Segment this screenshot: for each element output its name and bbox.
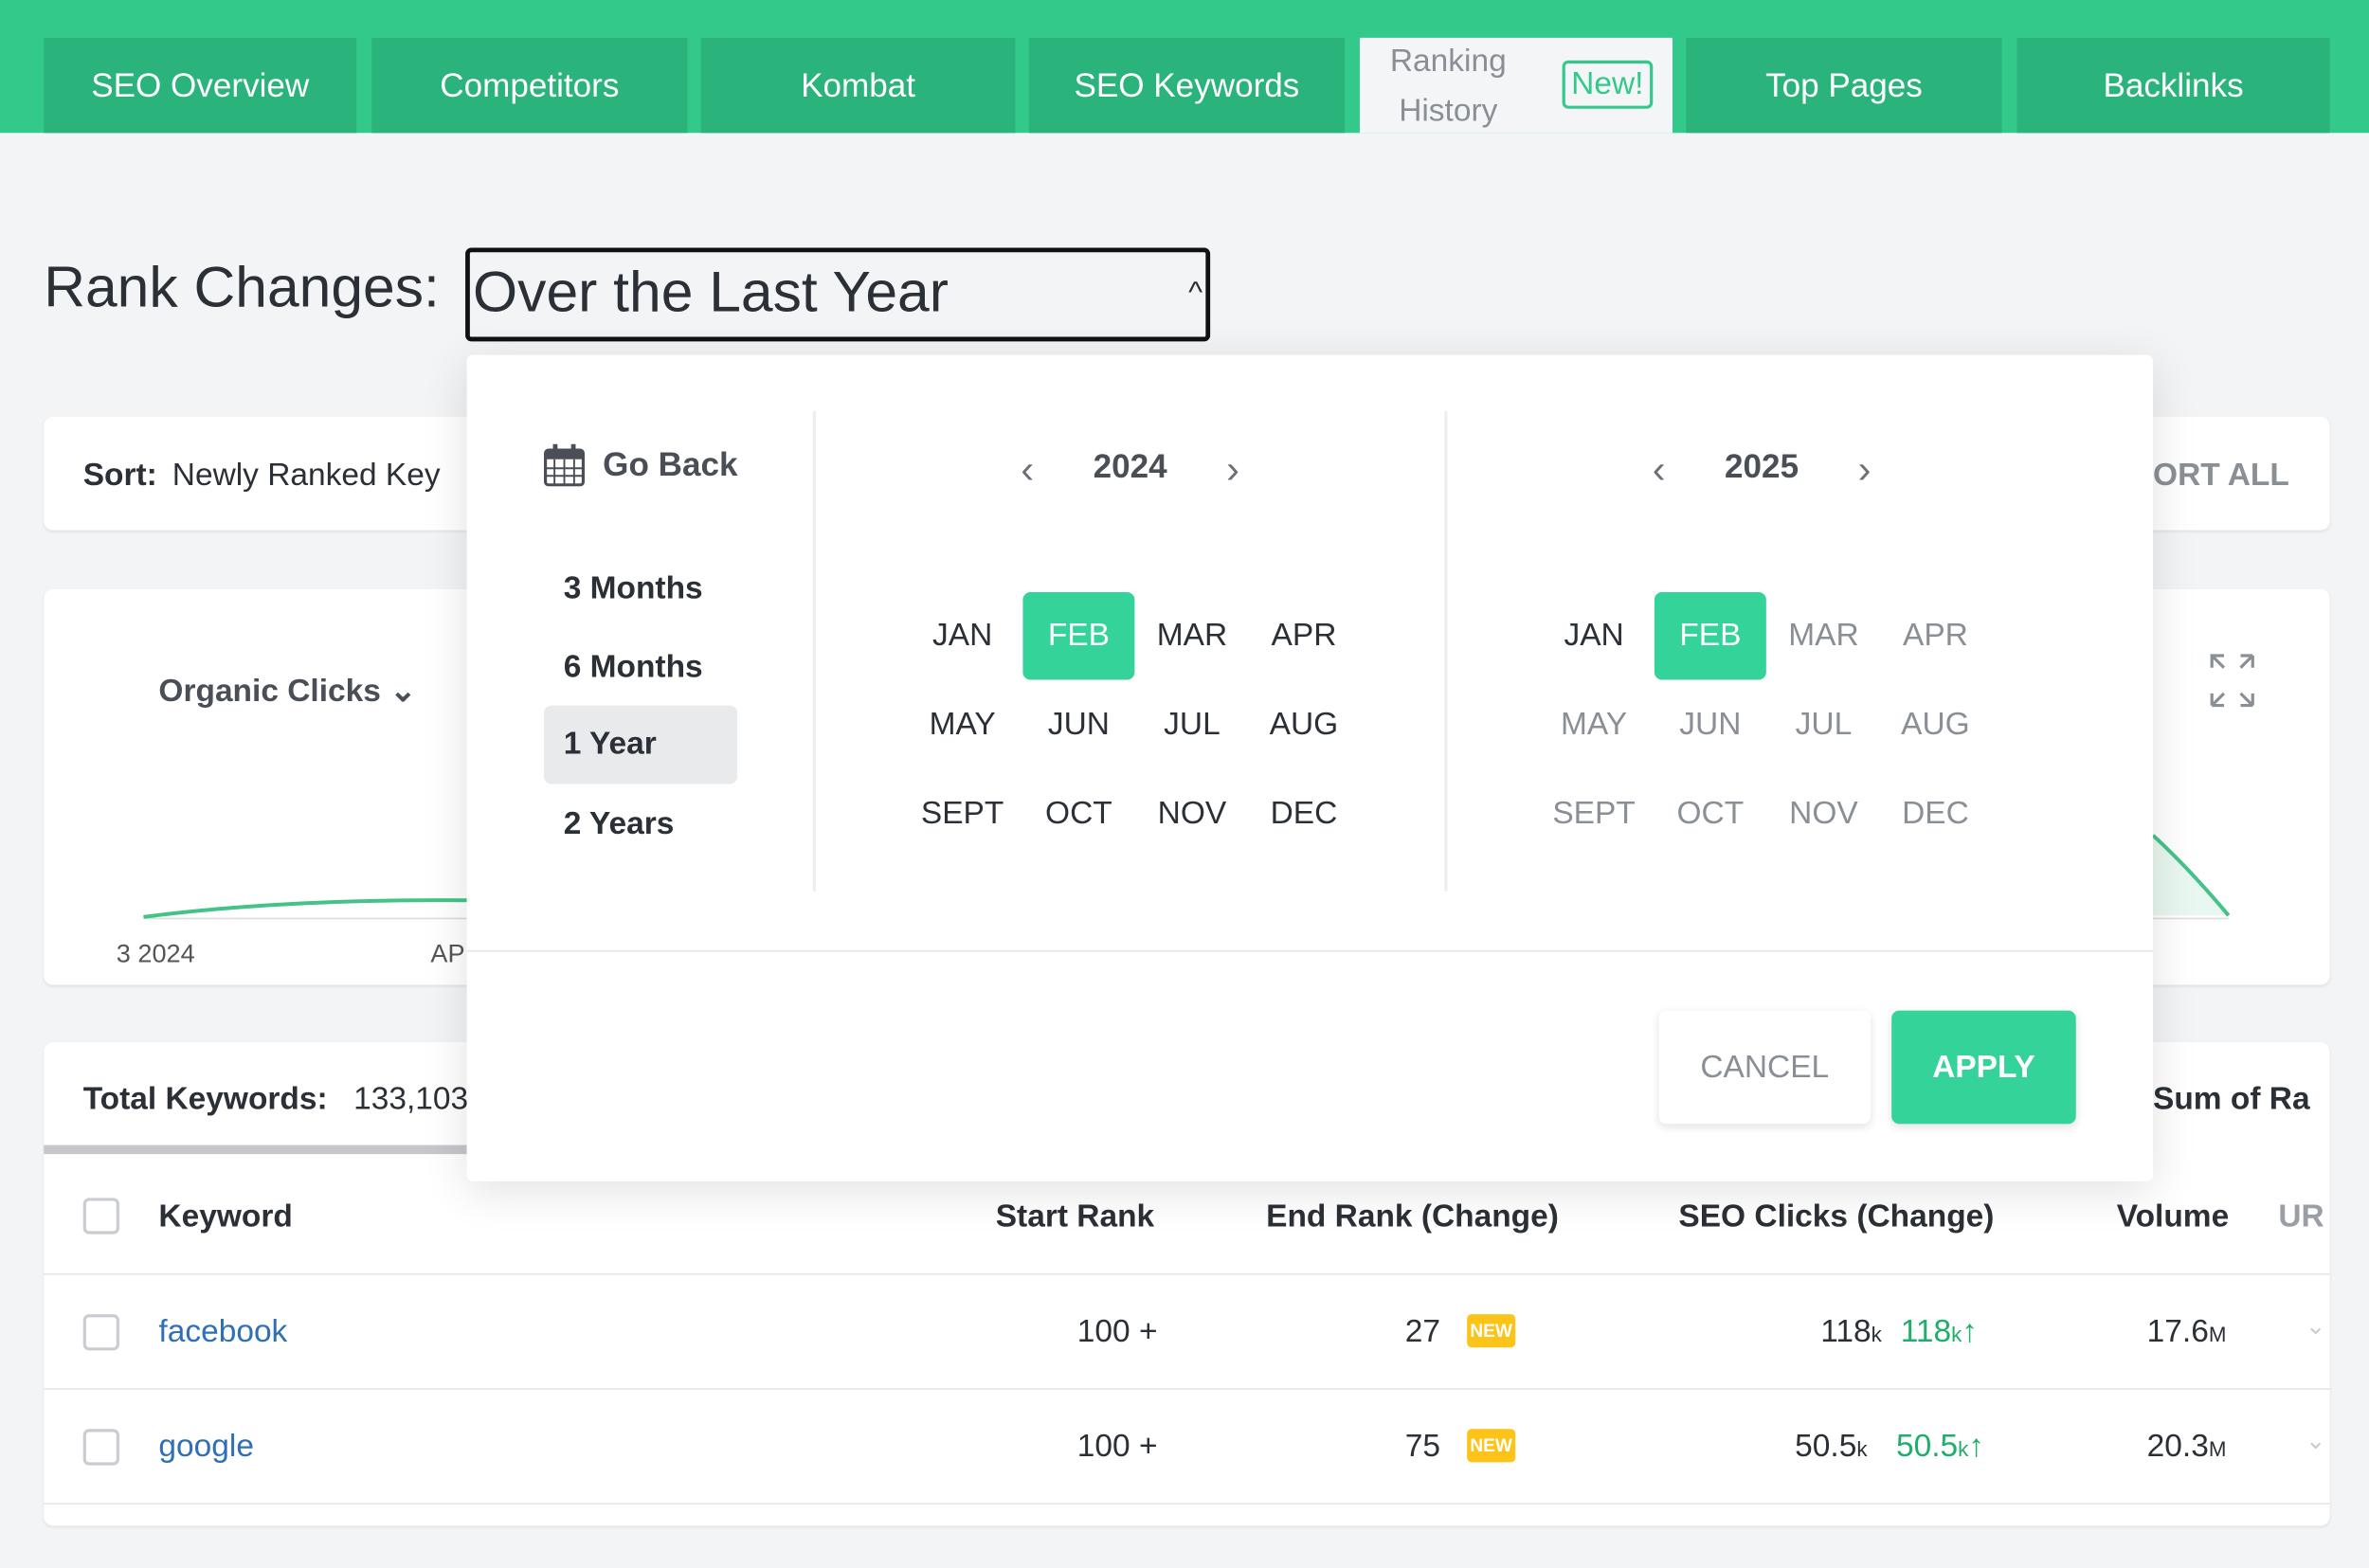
tab-indicator [44, 1144, 467, 1155]
tab-label: History [1399, 93, 1498, 128]
sort-label: Sort: [82, 458, 157, 493]
month-oct[interactable]: OCT [1655, 770, 1766, 857]
range-select-value: Over the Last Year [473, 261, 949, 325]
new-badge: NEW [1467, 1314, 1516, 1348]
go-back-button[interactable]: Go Back [543, 442, 738, 487]
month-sept[interactable]: SEPT [1538, 770, 1650, 857]
year-label: 2024 [1093, 446, 1167, 485]
sort-value[interactable]: Newly Ranked Key [172, 458, 441, 494]
next-year-icon[interactable]: › [1858, 446, 1872, 493]
seo-clicks: 50.5k [1795, 1429, 1868, 1464]
tab-competitors[interactable]: Competitors [371, 37, 688, 134]
month-jun[interactable]: JUN [1022, 681, 1134, 768]
total-keywords-value: 133,103 [353, 1081, 469, 1117]
month-may[interactable]: MAY [1538, 681, 1650, 768]
month-jun[interactable]: JUN [1655, 681, 1766, 768]
month-may[interactable]: MAY [907, 681, 1019, 768]
tab-seo-keywords[interactable]: SEO Keywords [1028, 37, 1346, 134]
volume: 20.3M [2146, 1429, 2227, 1464]
range-select[interactable]: Over the Last Year ^ [465, 247, 1211, 342]
preset-2-years[interactable]: 2 Years [544, 785, 737, 864]
page-title: Rank Changes: [44, 257, 440, 321]
col-seo-clicks[interactable]: SEO Clicks (Change) [1678, 1199, 1994, 1235]
end-rank: 27 [1404, 1314, 1441, 1349]
expand-icon[interactable] [2210, 654, 2254, 708]
divider [466, 949, 2154, 952]
preset-6-months[interactable]: 6 Months [544, 628, 737, 707]
divider [44, 1503, 2330, 1505]
new-badge: NEW [1467, 1430, 1516, 1464]
seo-clicks: 118k [1820, 1314, 1882, 1349]
preset-3-months[interactable]: 3 Months [544, 550, 737, 628]
keyword-link[interactable]: google [158, 1429, 254, 1465]
sort-all-button[interactable]: ORT ALL [2153, 458, 2289, 494]
x-tick: API [430, 939, 473, 969]
col-volume[interactable]: Volume [2117, 1199, 2229, 1235]
tab-label: Ranking [1389, 43, 1507, 79]
arrow-up-icon: ↑ [1968, 1429, 1985, 1464]
start-rank: 100 + [1076, 1314, 1158, 1349]
chevron-up-icon: ^ [1188, 276, 1203, 310]
divider [44, 1388, 2330, 1390]
series-line [143, 898, 467, 919]
month-jul[interactable]: JUL [1767, 681, 1879, 768]
tab-backlinks[interactable]: Backlinks [2016, 37, 2330, 134]
chevron-down-icon[interactable]: ⌄ [2306, 1426, 2325, 1456]
volume: 17.6M [2146, 1314, 2227, 1349]
tab-seo-overview[interactable]: SEO Overview [44, 37, 357, 134]
calendar-icon [543, 443, 586, 487]
month-aug[interactable]: AUG [1248, 681, 1360, 768]
next-year-icon[interactable]: › [1226, 446, 1239, 493]
month-jan[interactable]: JAN [1538, 592, 1650, 679]
divider [44, 1273, 2330, 1275]
col-start-rank[interactable]: Start Rank [996, 1199, 1154, 1235]
seo-clicks-change: 118k↑ [1900, 1314, 1979, 1349]
month-dec[interactable]: DEC [1879, 770, 1991, 857]
sum-of-rank-label: Sum of Ra [2153, 1081, 2310, 1117]
month-aug[interactable]: AUG [1879, 681, 1991, 768]
month-mar[interactable]: MAR [1136, 592, 1248, 679]
apply-button[interactable]: APPLY [1891, 1010, 2076, 1125]
x-tick: 3 2024 [116, 939, 195, 969]
preset-1-year[interactable]: 1 Year [543, 705, 738, 784]
divider [812, 410, 816, 892]
col-keyword[interactable]: Keyword [158, 1199, 292, 1235]
col-end-rank[interactable]: End Rank (Change) [1266, 1199, 1559, 1235]
tab-ranking-history[interactable]: Ranking History New! [1359, 37, 1673, 134]
start-rank: 100 + [1076, 1429, 1158, 1464]
month-sept[interactable]: SEPT [907, 770, 1019, 857]
divider [1444, 410, 1448, 892]
month-feb[interactable]: FEB [1022, 592, 1135, 680]
month-nov[interactable]: NOV [1136, 770, 1248, 857]
chevron-down-icon[interactable]: ⌄ [2306, 1311, 2325, 1342]
month-mar[interactable]: MAR [1767, 592, 1879, 679]
seo-clicks-change: 50.5k↑ [1895, 1429, 1985, 1464]
month-apr[interactable]: APR [1879, 592, 1991, 679]
month-jan[interactable]: JAN [907, 592, 1019, 679]
tab-top-pages[interactable]: Top Pages [1686, 37, 2002, 134]
month-dec[interactable]: DEC [1248, 770, 1360, 857]
prev-year-icon[interactable]: ‹ [1653, 446, 1666, 493]
month-apr[interactable]: APR [1248, 592, 1360, 679]
month-jul[interactable]: JUL [1136, 681, 1248, 768]
row-checkbox[interactable] [82, 1314, 119, 1351]
select-all-checkbox[interactable] [82, 1198, 119, 1235]
new-badge: New! [1562, 60, 1654, 109]
keyword-link[interactable]: facebook [158, 1314, 287, 1350]
month-feb[interactable]: FEB [1654, 592, 1766, 680]
end-rank: 75 [1404, 1429, 1441, 1464]
total-keywords-label: Total Keywords: [82, 1081, 328, 1117]
row-checkbox[interactable] [82, 1429, 119, 1466]
month-oct[interactable]: OCT [1022, 770, 1134, 857]
arrow-up-icon: ↑ [1962, 1314, 1979, 1349]
month-nov[interactable]: NOV [1767, 770, 1879, 857]
prev-year-icon[interactable]: ‹ [1021, 446, 1034, 493]
year-label: 2025 [1725, 446, 1799, 485]
go-back-label: Go Back [603, 444, 738, 483]
col-url[interactable]: UR [2278, 1199, 2324, 1235]
tab-kombat[interactable]: Kombat [700, 37, 1016, 134]
cancel-button[interactable]: CANCEL [1658, 1010, 1871, 1125]
